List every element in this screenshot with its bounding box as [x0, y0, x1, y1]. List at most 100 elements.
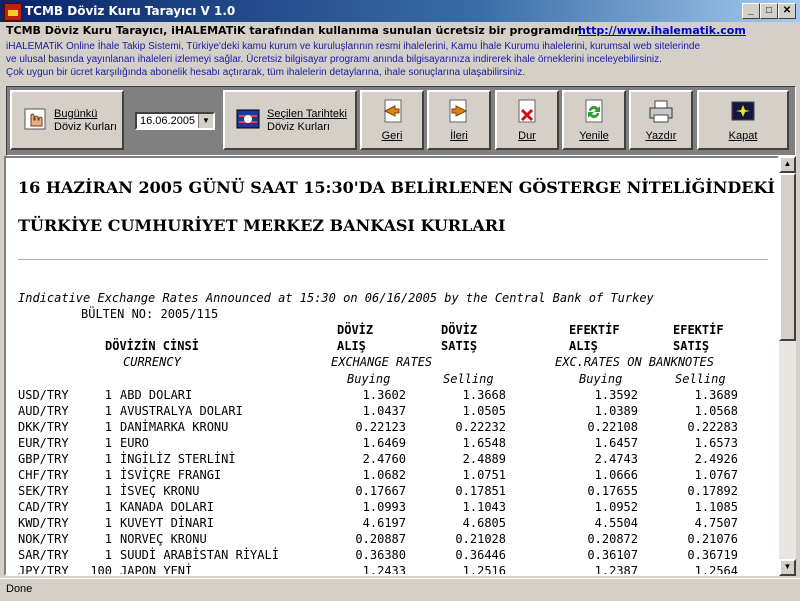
- cell-unit: 1: [104, 436, 112, 450]
- today-rates-label-1: Bugünkü: [54, 108, 98, 120]
- stop-button[interactable]: Dur: [495, 90, 559, 150]
- date-value: 16.06.2005: [140, 115, 196, 127]
- divider: [18, 259, 768, 260]
- cell-name: DANİMARKA KRONU: [120, 420, 229, 434]
- cell-fs: 0.22232: [455, 420, 506, 434]
- maximize-button[interactable]: □: [760, 3, 778, 19]
- scroll-down-icon[interactable]: ▼: [779, 559, 796, 576]
- toolbar: Bugünkü Döviz Kurları 16.06.2005 ▼ Seçile…: [6, 86, 796, 156]
- cell-unit: 1: [104, 500, 112, 514]
- header-selling-1: Selling: [443, 372, 494, 386]
- promo-line-2: ve ulusal basında yayınlanan ihaleleri i…: [6, 54, 662, 65]
- header-doviz-2: DÖVİZ: [441, 323, 478, 337]
- cell-es: 1.6573: [694, 436, 738, 450]
- cell-code: CAD/TRY: [18, 500, 69, 514]
- cell-unit: 100: [90, 564, 112, 576]
- cell-fb: 4.6197: [362, 516, 406, 530]
- cell-es: 1.0767: [694, 468, 738, 482]
- table-row: NOK/TRY 1 NORVEÇ KRONU 0.20887 0.21028 0.2087…: [18, 532, 768, 548]
- back-arrow-icon: [383, 99, 402, 123]
- header-buying-1: Buying: [347, 372, 391, 386]
- chevron-down-icon[interactable]: ▼: [198, 114, 213, 128]
- cell-eb: 1.0666: [594, 468, 638, 482]
- cell-fs: 0.36446: [455, 548, 506, 562]
- vertical-scrollbar[interactable]: ▲ ▼: [779, 156, 796, 576]
- refresh-icon: [585, 99, 603, 123]
- refresh-button[interactable]: Yenile: [562, 90, 626, 150]
- date-picker[interactable]: 16.06.2005 ▼: [135, 112, 215, 130]
- close-app-button[interactable]: Kapat: [697, 90, 789, 150]
- cell-fb: 1.3602: [362, 388, 406, 402]
- forward-arrow-icon: [449, 99, 468, 123]
- selected-date-rates-button[interactable]: Seçilen Tarihteki Döviz Kurları: [223, 90, 357, 150]
- table-row: KWD/TRY 1 KUVEYT DİNARI 4.6197 4.6805 4.5504 4…: [18, 516, 768, 532]
- cell-unit: 1: [104, 532, 112, 546]
- print-label: Yazdır: [645, 130, 677, 142]
- cell-fs: 1.3668: [462, 388, 506, 402]
- cell-fs: 1.2516: [462, 564, 506, 576]
- cell-fb: 1.0993: [362, 500, 406, 514]
- cell-fs: 4.6805: [462, 516, 506, 530]
- back-button[interactable]: Geri: [360, 90, 424, 150]
- cell-fs: 1.1043: [462, 500, 506, 514]
- cell-es: 0.21076: [687, 532, 738, 546]
- cell-name: İNGİLİZ STERLİNİ: [120, 452, 236, 466]
- indicative-note: Indicative Exchange Rates Announced at 1…: [18, 291, 654, 305]
- print-button[interactable]: Yazdır: [629, 90, 693, 150]
- header-satis-1: SATIŞ: [441, 339, 478, 353]
- cell-name: EURO: [120, 436, 149, 450]
- cell-eb: 4.5504: [594, 516, 638, 530]
- bulletin-number: BÜLTEN NO: 2005/115: [81, 307, 219, 321]
- cell-fs: 0.17851: [455, 484, 506, 498]
- table-row: DKK/TRY 1 DANİMARKA KRONU 0.22123 0.22232 0.2…: [18, 420, 768, 436]
- header-currency: CURRENCY: [123, 355, 181, 369]
- table-row: USD/TRY 1 ABD DOLARI 1.3602 1.3668 1.3592 1.36…: [18, 388, 768, 404]
- cell-fs: 1.6548: [462, 436, 506, 450]
- minimize-button[interactable]: _: [742, 3, 760, 19]
- header-banknote-rates: EXC.RATES ON BANKNOTES: [555, 355, 714, 369]
- forward-button[interactable]: İleri: [427, 90, 491, 150]
- table-row: CAD/TRY 1 KANADA DOLARI 1.0993 1.1043 1.0952 1…: [18, 500, 768, 516]
- status-bar: Done: [0, 578, 800, 601]
- cell-name: AVUSTRALYA DOLARI: [120, 404, 243, 418]
- rates-document[interactable]: 16 HAZİRAN 2005 GÜNÜ SAAT 15:30'DA BELİR…: [4, 156, 779, 576]
- cell-code: NOK/TRY: [18, 532, 69, 546]
- close-window-button[interactable]: ✕: [778, 3, 796, 19]
- cell-fb: 1.0437: [362, 404, 406, 418]
- refresh-label: Yenile: [579, 130, 609, 142]
- header-efektif-1: EFEKTİF: [569, 323, 620, 337]
- header-alis-2: ALIŞ: [569, 339, 598, 353]
- cell-code: SEK/TRY: [18, 484, 69, 498]
- cell-code: EUR/TRY: [18, 436, 69, 450]
- cell-fs: 2.4889: [462, 452, 506, 466]
- table-row: SEK/TRY 1 İSVEÇ KRONU 0.17667 0.17851 0.17655…: [18, 484, 768, 500]
- cell-unit: 1: [104, 484, 112, 498]
- promo-header: TCMB Döviz Kuru Tarayıcı, iHALEMATiK tar…: [0, 22, 800, 84]
- today-rates-button[interactable]: Bugünkü Döviz Kurları: [10, 90, 124, 150]
- cell-es: 1.3689: [694, 388, 738, 402]
- close-app-label: Kapat: [728, 130, 758, 142]
- scroll-up-icon[interactable]: ▲: [779, 156, 796, 173]
- header-doviz-1: DÖVİZ: [337, 323, 374, 337]
- cell-es: 1.0568: [694, 404, 738, 418]
- cell-code: DKK/TRY: [18, 420, 69, 434]
- cell-unit: 1: [104, 452, 112, 466]
- cell-eb: 0.20872: [587, 532, 638, 546]
- exchange-icon: [236, 109, 260, 129]
- table-row: JPY/TRY 100 JAPON YENİ 1.2433 1.2516 1.2387 1.…: [18, 564, 768, 576]
- cell-eb: 0.22108: [587, 420, 638, 434]
- cell-name: JAPON YENİ: [120, 564, 193, 576]
- website-link[interactable]: http://www.ihalematik.com: [578, 24, 746, 37]
- cell-es: 1.2564: [694, 564, 738, 576]
- header-efektif-2: EFEKTİF: [673, 323, 724, 337]
- status-text: Done: [6, 583, 33, 595]
- promo-line-3: Çok uygun bir ücret karşılığında aboneli…: [6, 67, 526, 78]
- stop-icon: [518, 99, 536, 123]
- table-row: SAR/TRY 1 SUUDİ ARABİSTAN RİYALİ 0.36380 0.3…: [18, 548, 768, 564]
- cell-es: 2.4926: [694, 452, 738, 466]
- cell-eb: 0.17655: [587, 484, 638, 498]
- cell-eb: 1.0389: [594, 404, 638, 418]
- cell-eb: 1.3592: [594, 388, 638, 402]
- cell-fb: 0.22123: [355, 420, 406, 434]
- scroll-thumb[interactable]: [779, 173, 796, 341]
